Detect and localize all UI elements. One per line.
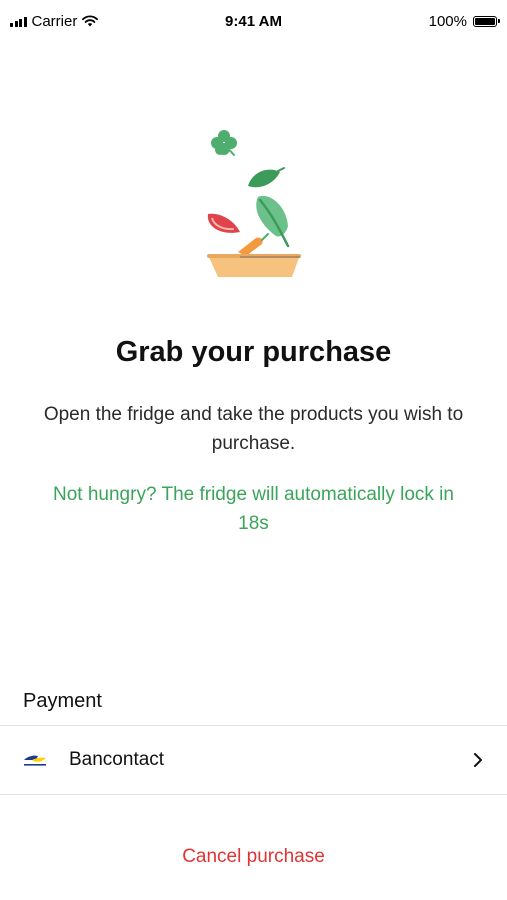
chevron-right-icon — [474, 753, 482, 767]
status-bar: Carrier 9:41 AM 100% — [0, 0, 507, 42]
salad-bowl-icon — [207, 130, 301, 277]
leaf-light-icon — [256, 195, 290, 248]
payment-method-name: Bancontact — [69, 749, 165, 770]
page-title: Grab your purchase — [115, 336, 392, 368]
signal-icon — [10, 16, 27, 27]
purchase-screen: Carrier 9:41 AM 100% Grab your purchase … — [0, 0, 507, 900]
status-left: Carrier — [10, 12, 99, 30]
battery-percentage: 100% — [428, 12, 467, 30]
bancontact-logo — [24, 755, 46, 766]
carrot-icon — [238, 233, 269, 256]
tomato-icon — [207, 213, 240, 233]
battery-icon — [473, 15, 500, 27]
auto-lock-countdown: Not hungry? The fridge will automaticall… — [53, 484, 454, 534]
instruction-text: Open the fridge and take the products yo… — [43, 404, 464, 454]
clover-icon — [211, 130, 237, 156]
payment-method-row[interactable]: Bancontact — [0, 725, 507, 795]
wifi-icon — [82, 15, 99, 27]
carrier-label: Carrier — [31, 12, 78, 30]
payment-heading: Payment — [23, 690, 102, 712]
status-right: 100% — [428, 12, 500, 30]
cancel-purchase-button[interactable]: Cancel purchase — [0, 846, 507, 868]
leaf-dark-icon — [248, 167, 285, 188]
bowl-icon — [207, 254, 301, 277]
